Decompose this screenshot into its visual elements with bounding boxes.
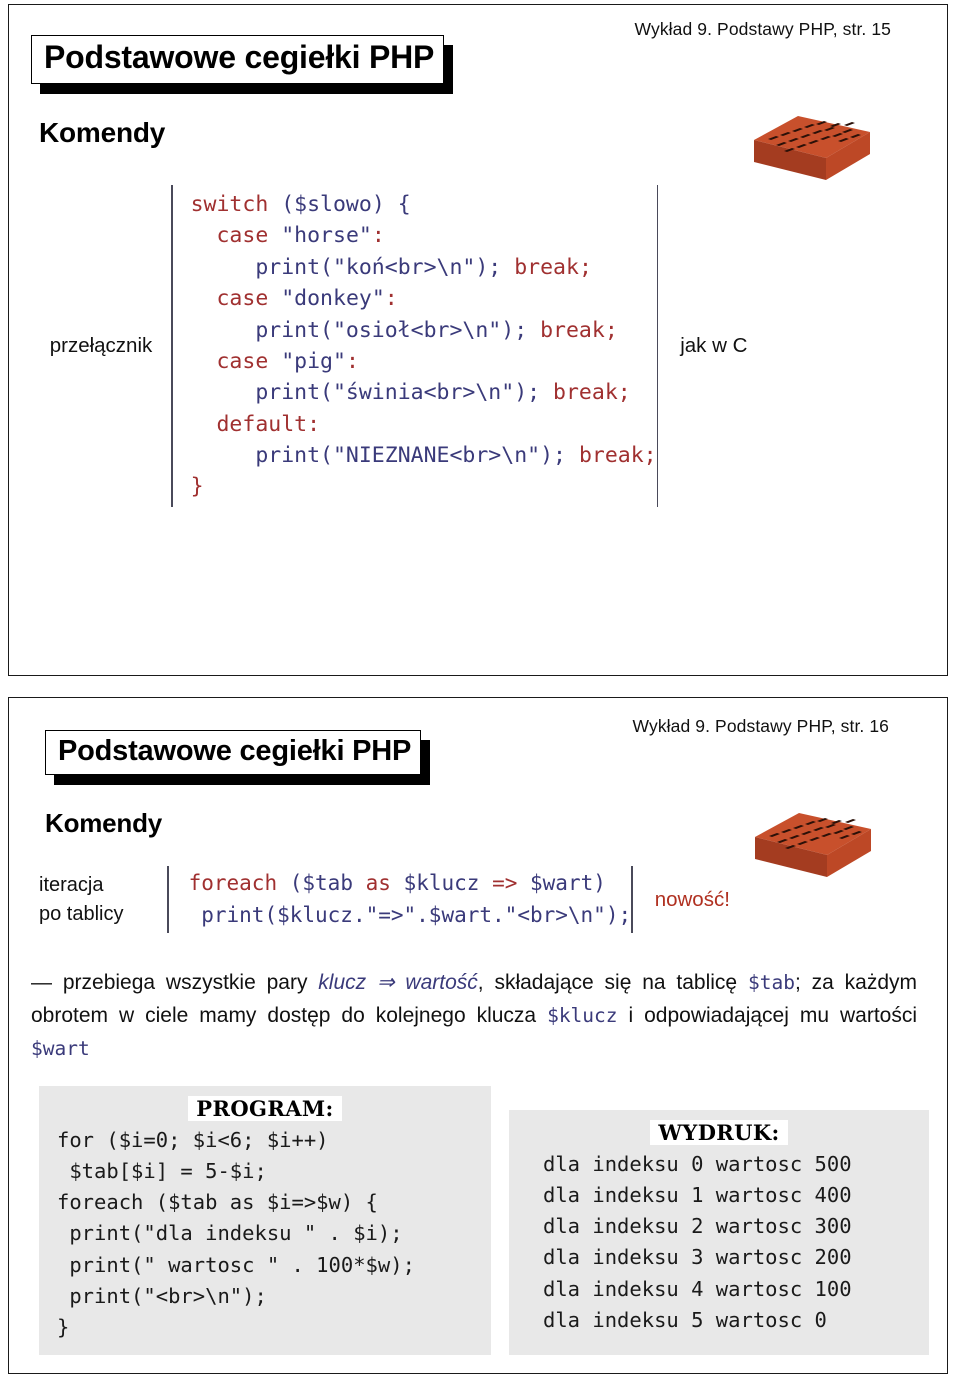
section-heading: Komendy (45, 808, 163, 838)
para-var-wart: $wart (31, 1037, 90, 1061)
foreach-demo-row: iteracja po tablicy foreach ($tab as $kl… (39, 866, 919, 933)
wydruk-box: WYDRUK: dla indeksu 0 wartosc 500 dla in… (509, 1110, 929, 1356)
foreach-description: — przebiega wszystkie pary klucz ⇒ warto… (31, 966, 917, 1066)
demo-note-nowosc: nowość! (654, 887, 730, 911)
page-title: Podstawowe cegiełki PHP (44, 39, 435, 75)
para-emphasis: klucz ⇒ wartość (318, 971, 478, 994)
slide-16: Wykład 9. Podstawy PHP, str. 16 Podstawo… (8, 697, 948, 1374)
slide-header-text: Wykład 9. Podstawy PHP, str. 16 (632, 716, 889, 736)
section-heading: Komendy (39, 117, 166, 148)
switch-code-block: switch ($slowo) { case "horse": print("k… (190, 192, 657, 500)
para-text-1: przebiega wszystkie pary (52, 971, 319, 994)
demo-note-jak-w-c: jak w C (680, 333, 748, 357)
page-title: Podstawowe cegiełki PHP (58, 735, 412, 767)
wydruk-caption: WYDRUK: (650, 1120, 788, 1145)
demo-label-line2: po tablicy (39, 902, 124, 925)
slide-15: Wykład 9. Podstawy PHP, str. 15 Podstawo… (8, 4, 948, 676)
switch-demo-row: przełącznik switch ($slowo) { case "hors… (31, 185, 911, 507)
title-plaque-box: Podstawowe cegiełki PHP (45, 730, 422, 776)
title-plaque: Podstawowe cegiełki PHP (45, 730, 431, 786)
demo-label-switch: przełącznik (49, 333, 153, 357)
slide-header-text: Wykład 9. Podstawy PHP, str. 15 (634, 19, 891, 39)
para-text-2: , składające się na tablicę (477, 971, 748, 994)
slide-page: Wykład 9. Podstawy PHP, str. 15 Podstawo… (0, 0, 960, 1378)
wydruk-output: dla indeksu 0 wartosc 500 dla indeksu 1 … (543, 1152, 852, 1332)
para-var-tab: $tab (747, 971, 795, 994)
program-code: for ($i=0; $i<6; $i++) $tab[$i] = 5-$i; … (57, 1128, 415, 1339)
para-dash: — (31, 971, 52, 994)
example-boxes: PROGRAM: for ($i=0; $i<6; $i++) $tab[$i]… (39, 1086, 929, 1356)
demo-label-line1: iteracja (39, 873, 104, 896)
foreach-code-block: foreach ($tab as $klucz => $wart) print(… (188, 871, 632, 927)
program-box: PROGRAM: for ($i=0; $i<6; $i++) $tab[$i]… (39, 1086, 491, 1356)
para-text-4: i odpowiadającej mu wartości (617, 1004, 917, 1028)
program-caption: PROGRAM: (188, 1096, 342, 1121)
title-plaque-box: Podstawowe cegiełki PHP (31, 35, 445, 84)
title-plaque: Podstawowe cegiełki PHP (31, 35, 454, 94)
demo-label-iteracja: iteracja po tablicy (39, 871, 167, 929)
para-var-klucz: $klucz (547, 1004, 618, 1028)
